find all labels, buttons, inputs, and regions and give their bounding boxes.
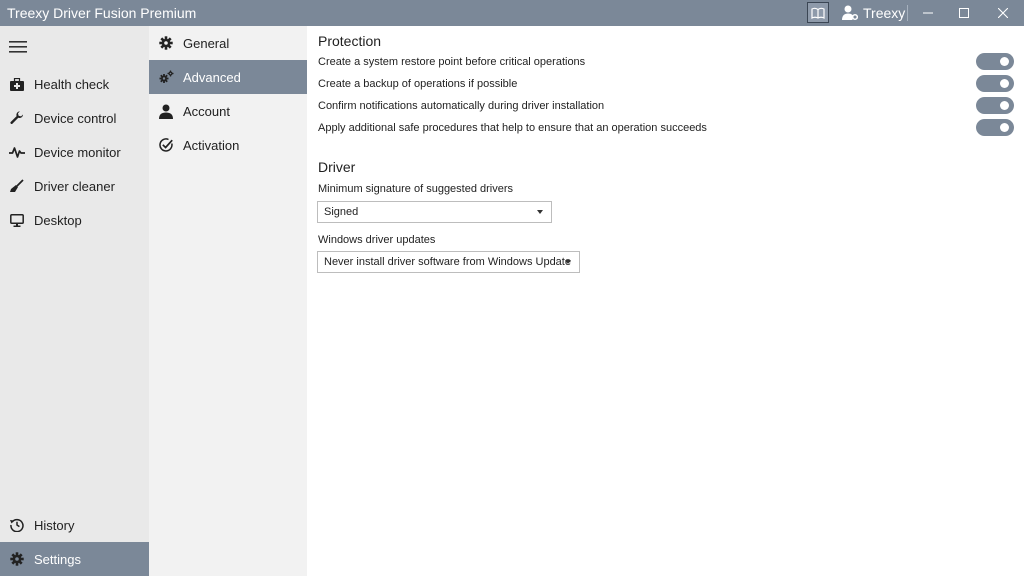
toggle-knob	[1000, 123, 1009, 132]
settings-tab-label: Account	[183, 103, 230, 119]
dropdown-caret-icon	[537, 210, 543, 214]
wrench-icon	[9, 110, 25, 126]
settings-navigation: General Advanced Account Activation	[149, 26, 307, 576]
toggle-knob	[1000, 57, 1009, 66]
nav-item-history[interactable]: History	[0, 508, 149, 542]
user-settings-icon[interactable]	[842, 4, 858, 22]
broom-icon	[9, 178, 25, 194]
signature-select-value: Signed	[324, 206, 359, 218]
nav-item-settings[interactable]: Settings	[0, 542, 149, 576]
check-circle-icon	[158, 137, 174, 153]
gear-icon	[158, 35, 174, 51]
nav-item-health-check[interactable]: Health check	[0, 67, 149, 101]
protection-heading: Protection	[318, 33, 382, 49]
settings-tab-advanced[interactable]: Advanced	[149, 60, 307, 94]
history-icon	[9, 517, 25, 533]
option-label: Confirm notifications automatically duri…	[318, 100, 605, 112]
windows-updates-select-value: Never install driver software from Windo…	[324, 256, 571, 268]
signature-label: Minimum signature of suggested drivers	[318, 183, 514, 195]
nav-item-label: Driver cleaner	[34, 178, 115, 194]
option-label: Create a backup of operations if possibl…	[318, 78, 518, 90]
settings-tab-label: Activation	[183, 137, 240, 153]
backup-toggle[interactable]	[976, 75, 1014, 92]
nav-item-label: Desktop	[34, 212, 82, 228]
nav-item-desktop[interactable]: Desktop	[0, 203, 149, 237]
settings-tab-account[interactable]: Account	[149, 94, 307, 128]
close-button[interactable]	[985, 0, 1021, 26]
hamburger-menu-icon[interactable]	[9, 40, 27, 54]
signature-select[interactable]: Signed	[317, 201, 552, 223]
confirm-notifications-toggle[interactable]	[976, 97, 1014, 114]
title-bar: Treexy Driver Fusion Premium Treexy	[0, 0, 1024, 26]
windows-updates-select[interactable]: Never install driver software from Windo…	[317, 251, 580, 273]
nav-item-label: Device control	[34, 110, 117, 126]
monitor-icon	[9, 212, 25, 228]
nav-item-device-control[interactable]: Device control	[0, 101, 149, 135]
nav-item-device-monitor[interactable]: Device monitor	[0, 135, 149, 169]
nav-item-label: Device monitor	[34, 144, 121, 160]
windows-updates-label: Windows driver updates	[318, 234, 436, 246]
toggle-knob	[1000, 101, 1009, 110]
toggle-knob	[1000, 79, 1009, 88]
maximize-button[interactable]	[946, 0, 982, 26]
titlebar-divider	[907, 5, 908, 21]
main-navigation: Health check Device control Device monit…	[0, 26, 149, 576]
gears-icon	[158, 69, 174, 85]
gear-icon	[9, 551, 25, 567]
nav-item-driver-cleaner[interactable]: Driver cleaner	[0, 169, 149, 203]
settings-tab-activation[interactable]: Activation	[149, 128, 307, 162]
book-icon[interactable]	[807, 2, 829, 23]
app-title: Treexy Driver Fusion Premium	[7, 5, 197, 21]
option-label: Create a system restore point before cri…	[318, 56, 586, 68]
settings-content: Protection Create a system restore point…	[307, 26, 1024, 576]
nav-item-label: Health check	[34, 76, 110, 92]
pulse-icon	[9, 144, 25, 160]
minimize-button[interactable]	[910, 0, 946, 26]
dropdown-caret-icon	[565, 260, 571, 264]
username-label[interactable]: Treexy	[863, 5, 905, 21]
driver-heading: Driver	[318, 159, 356, 175]
nav-item-label: History	[34, 517, 75, 533]
safe-procedures-toggle[interactable]	[976, 119, 1014, 136]
medkit-icon	[9, 76, 25, 92]
option-label: Apply additional safe procedures that he…	[318, 122, 707, 134]
settings-tab-label: General	[183, 35, 230, 51]
settings-tab-general[interactable]: General	[149, 26, 307, 60]
restore-point-toggle[interactable]	[976, 53, 1014, 70]
person-icon	[158, 103, 174, 119]
nav-item-label: Settings	[34, 551, 81, 567]
settings-tab-label: Advanced	[183, 69, 241, 85]
